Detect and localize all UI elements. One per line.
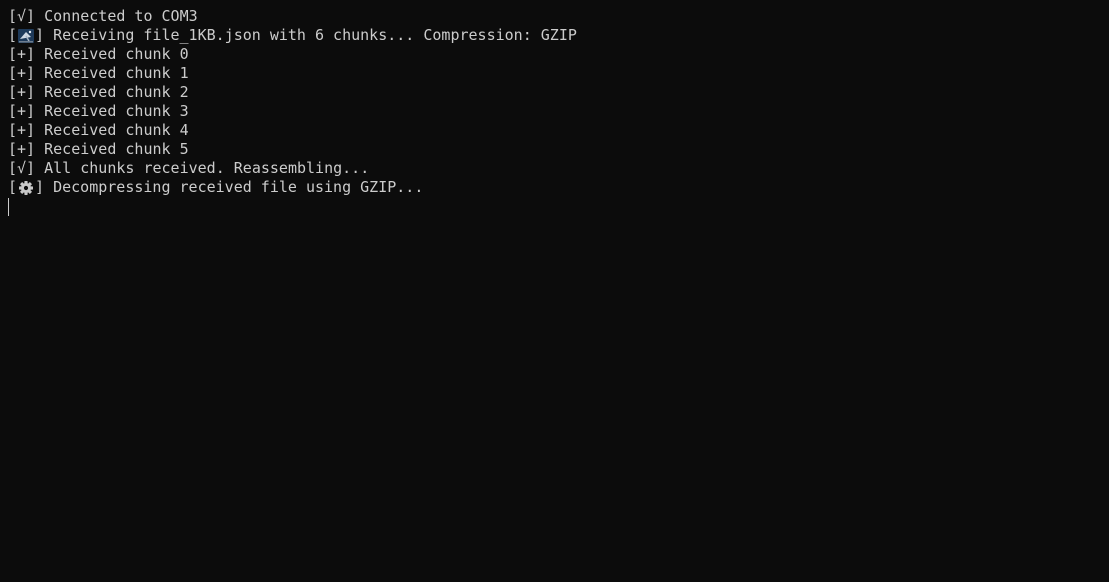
line-text: Receiving file_1KB.json with 6 chunks...… — [44, 26, 577, 44]
output-line-chunk-3: [+] Received chunk 3 — [8, 102, 1109, 121]
line-text: Received chunk 2 — [35, 83, 189, 101]
bracket-close: ] — [35, 178, 45, 196]
line-text: Connected to COM3 — [35, 7, 198, 25]
gear-icon — [17, 180, 35, 196]
output-line-decompressing: [ ] Decompressing received file using GZ… — [8, 178, 1109, 197]
line-text: Received chunk 3 — [35, 102, 189, 120]
plus-prefix: [+] — [8, 83, 36, 101]
output-line-all-received: [√] All chunks received. Reassembling... — [8, 159, 1109, 178]
output-line-chunk-2: [+] Received chunk 2 — [8, 83, 1109, 102]
line-text: Received chunk 0 — [35, 45, 189, 63]
output-line-chunk-5: [+] Received chunk 5 — [8, 140, 1109, 159]
check-prefix: [√] — [8, 7, 36, 25]
output-line-chunk-0: [+] Received chunk 0 — [8, 45, 1109, 64]
plus-prefix: [+] — [8, 121, 36, 139]
bracket-open: [ — [8, 178, 18, 196]
line-text: All chunks received. Reassembling... — [35, 159, 370, 177]
plus-prefix: [+] — [8, 140, 36, 158]
plus-prefix: [+] — [8, 64, 36, 82]
output-line-receiving: [ ] Receiving file_1KB.json with 6 chunk… — [8, 26, 1109, 45]
line-text: Received chunk 4 — [35, 121, 189, 139]
plus-prefix: [+] — [8, 45, 36, 63]
output-line-connected: [√] Connected to COM3 — [8, 7, 1109, 26]
plus-prefix: [+] — [8, 102, 36, 120]
line-text: Decompressing received file using GZIP..… — [44, 178, 424, 196]
prompt-line[interactable] — [8, 197, 1109, 216]
output-line-chunk-4: [+] Received chunk 4 — [8, 121, 1109, 140]
output-line-chunk-1: [+] Received chunk 1 — [8, 64, 1109, 83]
text-cursor — [8, 198, 9, 216]
terminal-window[interactable]: [√] Connected to COM3 [ ] Receiving file… — [0, 0, 1109, 582]
line-text: Received chunk 1 — [35, 64, 189, 82]
bracket-close: ] — [35, 26, 45, 44]
bracket-open: [ — [8, 26, 18, 44]
check-prefix: [√] — [8, 159, 36, 177]
line-text: Received chunk 5 — [35, 140, 189, 158]
satellite-dish-icon — [17, 28, 35, 44]
